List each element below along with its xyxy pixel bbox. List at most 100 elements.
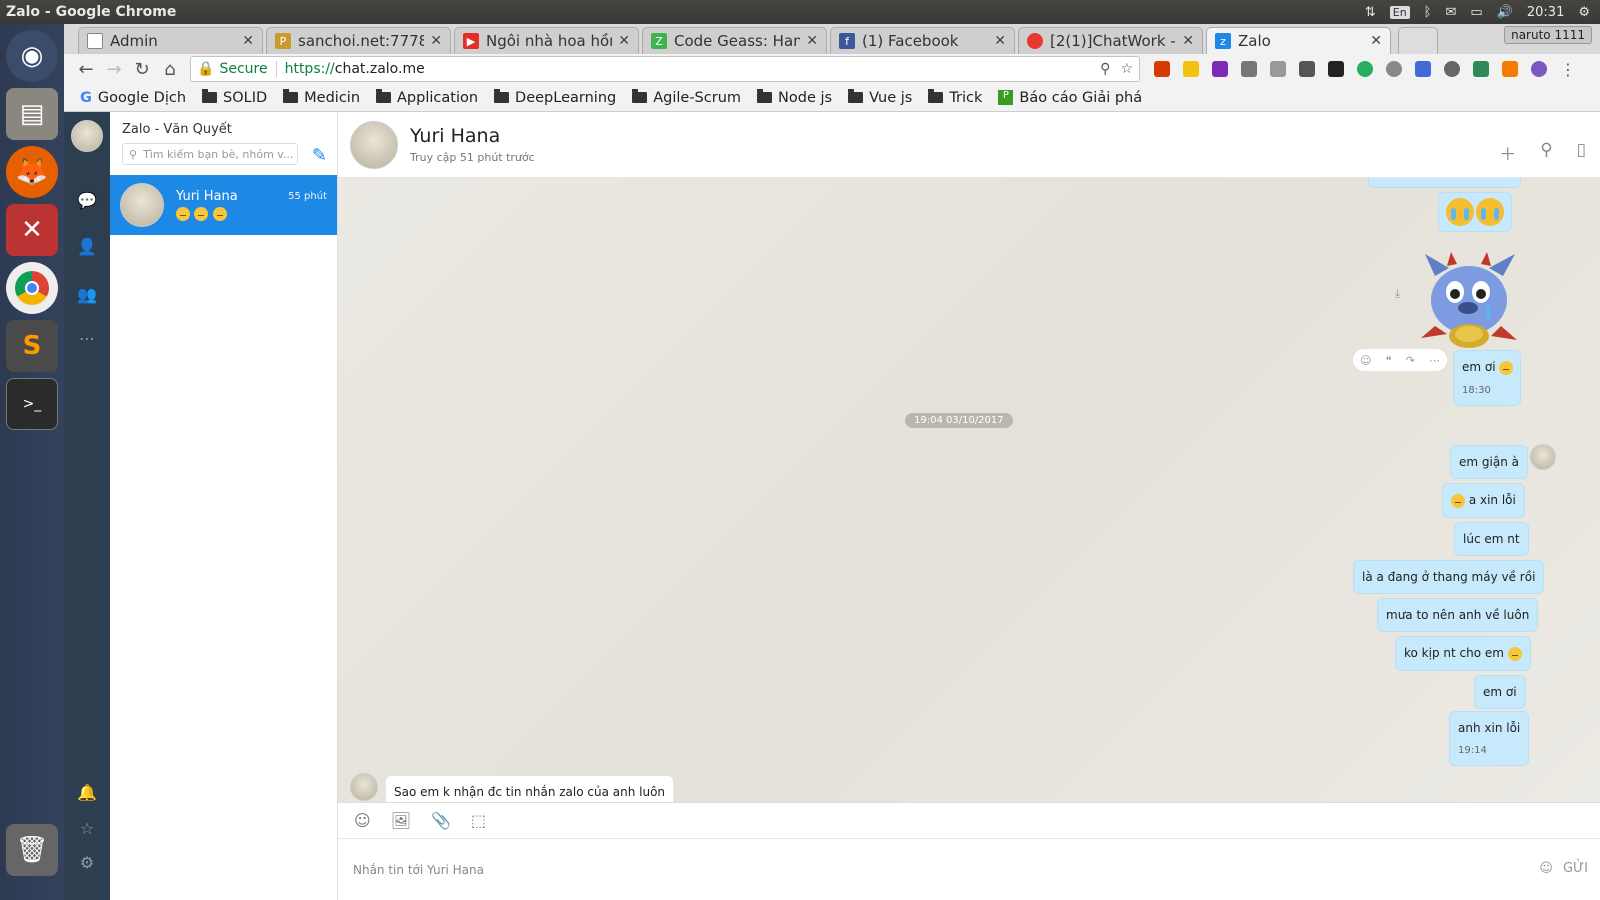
tab-admin[interactable]: Admin ✕ [78,27,263,54]
forward-icon[interactable]: → [100,59,128,80]
firefox-icon[interactable]: 🦊 [6,146,58,198]
message-bubble[interactable]: lúc em nt [1454,522,1529,556]
notification-bell-icon[interactable]: 🔔 [77,782,97,802]
secure-indicator[interactable]: 🔒 Secure [197,61,268,77]
close-icon[interactable]: ✕ [1182,33,1194,49]
bookmark-folder[interactable]: Node js [751,89,838,106]
settings-gear-icon[interactable]: ⚙ [1578,5,1590,20]
groups-icon[interactable]: 👥 [73,284,101,304]
trash-icon[interactable]: 🗑 [6,824,58,876]
incoming-message-bubble[interactable]: Sao em k nhận đc tin nhắn zalo của anh l… [385,775,675,802]
sidebar-toggle-icon[interactable]: ▯ [1577,140,1586,165]
camera-extension-icon[interactable] [1328,61,1344,77]
bookmark-folder[interactable]: Vue js [842,89,918,106]
bookmark-bao-cao[interactable]: P Báo cáo Giải phá [992,90,1148,106]
quote-icon[interactable]: ❝ [1386,354,1392,367]
shield-extension-icon[interactable] [1183,61,1199,77]
sticker-devil-pig[interactable] [1417,248,1521,348]
download-icon[interactable]: ⤓ [1395,286,1400,301]
zoom-icon[interactable]: ⚲ [1100,61,1110,77]
battery-icon[interactable]: ▭ [1470,5,1482,20]
image-icon[interactable]: 🖼 [391,811,411,830]
tab-sanchoi[interactable]: Psanchoi.net:7778 / l✕ [266,27,451,54]
close-icon[interactable]: ✕ [618,33,630,49]
chat-avatar[interactable] [350,120,398,169]
compose-icon[interactable]: ✎ [312,145,327,166]
vue-extension-icon[interactable] [1270,61,1286,77]
react-icon[interactable]: ☺ [1360,354,1371,367]
close-icon[interactable]: ✕ [994,33,1006,49]
close-icon[interactable]: ✕ [242,33,254,49]
tab-chatwork[interactable]: [2(1)]ChatWork - Ed✕ [1018,27,1203,54]
ubuntu-dash-icon[interactable]: ◉ [6,30,58,82]
message-bubble[interactable]: em ơi 18:30 [1453,350,1521,406]
tab-zalo[interactable]: z Zalo ✕ [1206,27,1391,54]
office-extension-icon[interactable] [1154,61,1170,77]
message-bubble[interactable]: anh xin lỗi 19:14 [1449,711,1530,766]
chat-contact-name[interactable]: Yuri Hana [410,125,535,147]
profile-button[interactable]: naruto 1111 [1504,26,1592,44]
bookmark-star-icon[interactable]: ☆ [1120,61,1133,77]
search-icon[interactable]: ⚲ [1540,140,1552,165]
contacts-icon[interactable]: 👤 [77,236,97,256]
screen-extension-icon[interactable] [1299,61,1315,77]
mail-icon[interactable]: ✉ [1445,5,1456,20]
close-icon[interactable]: ✕ [806,33,818,49]
settings-icon[interactable]: ⚙ [77,852,97,872]
gear-extension-icon[interactable] [1386,61,1402,77]
bookmark-folder[interactable]: Medicin [277,89,366,106]
keyboard-language[interactable]: En [1389,5,1410,19]
message-bubble[interactable]: em giận à [1450,445,1528,479]
screenshot-icon[interactable]: ⬚ [471,811,486,830]
message-bubble[interactable]: a xin lỗi [1442,483,1525,518]
clock[interactable]: 20:31 [1527,5,1564,20]
message-bubble[interactable]: mưa to nên anh về luôn [1377,598,1539,632]
chrome-icon[interactable] [6,262,58,314]
more-options-icon[interactable]: ⋯ [1429,354,1440,367]
bookmark-folder[interactable]: Trick [922,89,988,106]
search-input[interactable]: ⚲ Tìm kiếm bạn bè, nhóm v... [122,143,298,165]
bookmark-google-dich[interactable]: G Google Dịch [74,90,192,106]
message-bubble[interactable]: em ơi [1474,675,1526,709]
new-tab-button[interactable] [1398,27,1438,54]
sublime-text-icon[interactable]: S [6,320,58,372]
files-icon[interactable]: ▤ [6,88,58,140]
message-bubble[interactable]: là a đang ở thang máy về rồi [1353,560,1545,594]
close-icon[interactable]: ✕ [430,33,442,49]
home-icon[interactable]: ⌂ [156,59,184,80]
network-icon[interactable]: ⇅ [1365,5,1376,20]
close-icon[interactable]: ✕ [1370,33,1382,49]
message-bubble-partial[interactable] [1368,178,1521,188]
message-input[interactable]: Nhắn tin tới Yuri Hana ☺ GỬI [338,838,1600,900]
orange-extension-icon[interactable] [1502,61,1518,77]
bookmark-folder[interactable]: Agile-Scrum [626,89,747,106]
tab-youtube[interactable]: ▶Ngôi nhà hoa hồng✕ [454,27,639,54]
conversation-item[interactable]: Yuri Hana 55 phút [110,175,337,235]
user-avatar[interactable] [71,120,103,152]
bookmark-folder[interactable]: Application [370,89,484,106]
mail-extension-icon[interactable] [1241,61,1257,77]
bookmark-folder[interactable]: SOLID [196,89,273,106]
terminal-icon[interactable]: >_ [6,378,58,430]
back-icon[interactable]: ← [72,59,100,80]
menu-kebab-icon[interactable]: ⋮ [1560,60,1576,79]
volume-icon[interactable]: 🔊 [1497,5,1513,20]
reload-icon[interactable]: ↻ [128,59,156,80]
bluetooth-icon[interactable]: ᛒ [1424,5,1432,20]
tab-facebook[interactable]: f (1) Facebook ✕ [830,27,1015,54]
sync-extension-icon[interactable] [1444,61,1460,77]
evernote-extension-icon[interactable] [1473,61,1489,77]
bookmark-folder[interactable]: DeepLearning [488,89,622,106]
emoji-icon[interactable]: ☺ [1539,861,1553,876]
send-button[interactable]: GỬI [1563,861,1588,876]
v-extension-icon[interactable] [1415,61,1431,77]
attachment-icon[interactable]: 📎 [431,811,451,830]
message-emoji-crying[interactable] [1438,192,1512,232]
messages-icon[interactable]: 💬 [77,190,97,210]
add-icon[interactable]: ＋ [1499,140,1516,165]
sticker-icon[interactable]: ☺ [354,811,371,830]
h-extension-icon[interactable] [1212,61,1228,77]
message-area[interactable]: ⤓ ☺ ❝ ↷ ⋯ ☆ em ơi 18:30 19:04 03/10/2017… [338,178,1600,802]
green-extension-icon[interactable] [1357,61,1373,77]
address-bar[interactable]: 🔒 Secure https://chat.zalo.me ⚲ ☆ [190,56,1140,82]
